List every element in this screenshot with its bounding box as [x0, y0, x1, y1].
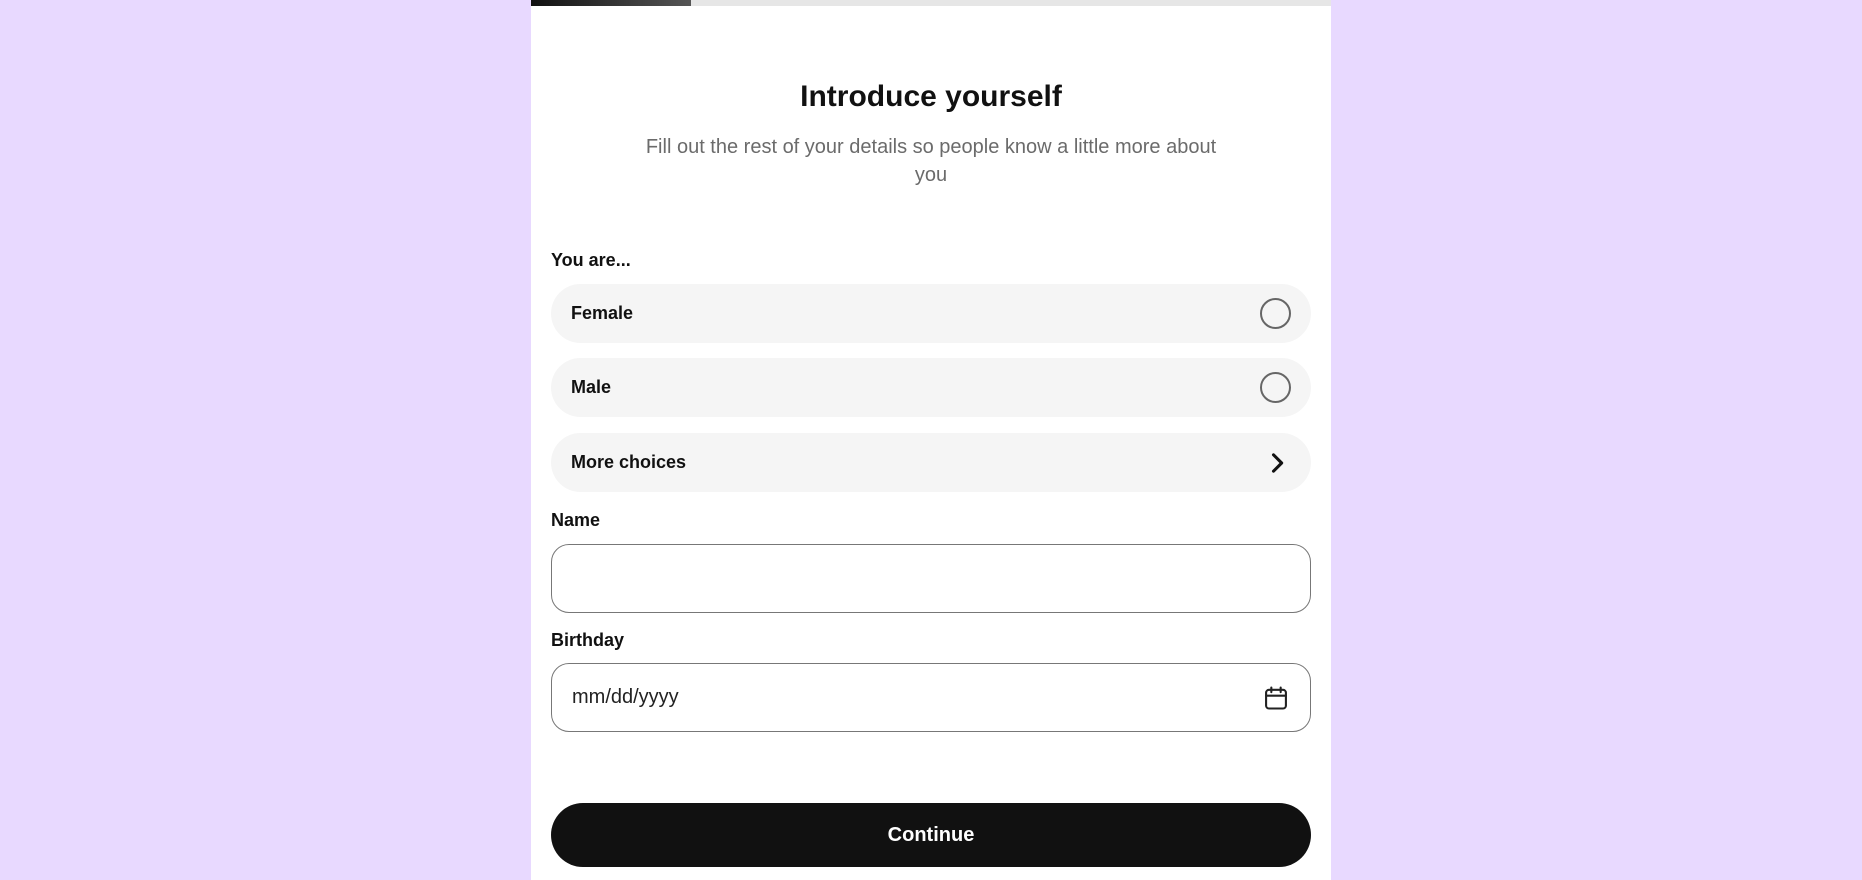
birthday-input[interactable] [572, 664, 1252, 731]
name-input[interactable] [572, 545, 1252, 612]
radio-unchecked-icon[interactable] [1260, 372, 1291, 403]
birthday-field[interactable] [551, 663, 1311, 732]
progress-fill [531, 0, 691, 6]
option-label: More choices [571, 452, 687, 472]
chevron-right-icon [1271, 453, 1284, 473]
onboarding-panel: Introduce yourself Fill out the rest of … [531, 0, 1331, 880]
progress-bar [531, 0, 1331, 6]
option-label: Male [571, 377, 612, 397]
option-female[interactable]: Female [551, 284, 1311, 343]
name-label: Name [551, 510, 601, 530]
name-field[interactable] [551, 544, 1311, 613]
page-subtitle: Fill out the rest of your details so peo… [645, 136, 1217, 186]
option-label: Female [571, 303, 634, 323]
gender-label: You are... [551, 250, 631, 270]
page-title: Introduce yourself [800, 80, 1062, 113]
birthday-label: Birthday [551, 630, 625, 650]
option-male[interactable]: Male [551, 358, 1311, 417]
continue-button[interactable]: Continue [551, 803, 1311, 867]
radio-unchecked-icon[interactable] [1260, 298, 1291, 329]
calendar-icon[interactable] [1262, 684, 1290, 712]
option-more-choices[interactable]: More choices [551, 433, 1311, 492]
